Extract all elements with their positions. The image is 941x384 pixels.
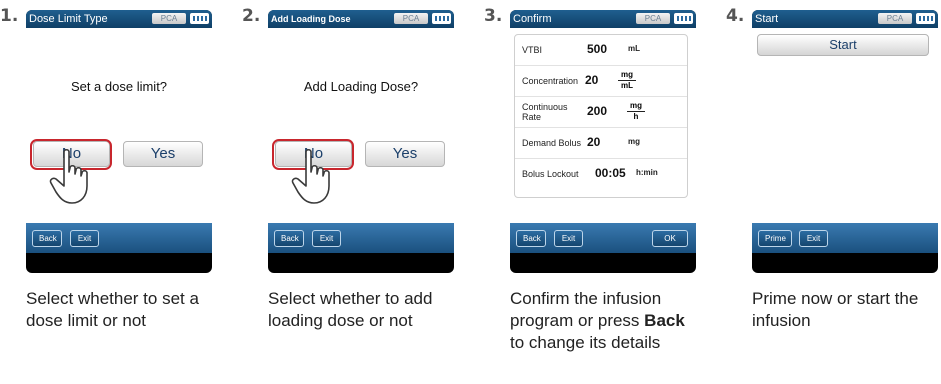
start-button[interactable]: Start xyxy=(757,34,929,56)
screen-content: Start xyxy=(752,28,938,223)
unit-denominator: h xyxy=(633,112,639,121)
table-row: Continuous Rate 200 mg h xyxy=(515,97,687,128)
device-screen: Confirm PCA VTBI 500 mL Concentration 20… xyxy=(510,10,696,273)
title-bar: Confirm PCA xyxy=(510,10,696,28)
row-label: Continuous Rate xyxy=(522,102,568,122)
row-label: VTBI xyxy=(522,45,543,55)
pointing-hand-icon xyxy=(291,148,330,204)
caption-bold-text: Back xyxy=(644,311,685,330)
table-row: VTBI 500 mL xyxy=(515,35,687,66)
caption-text-end: to change its details xyxy=(510,333,661,352)
back-button[interactable]: Back xyxy=(516,230,546,247)
screen-content: VTBI 500 mL Concentration 20 mg mL Conti… xyxy=(510,28,696,223)
bottom-bar: Back Exit xyxy=(26,223,212,253)
pointing-hand-icon xyxy=(49,148,88,204)
exit-button[interactable]: Exit xyxy=(799,230,828,247)
row-unit: mL xyxy=(628,44,640,53)
step-3-panel: 3. Confirm PCA VTBI 500 mL Concentration… xyxy=(484,0,699,384)
battery-icon xyxy=(190,13,209,24)
row-value: 20 xyxy=(585,73,599,87)
question-text: Add Loading Dose? xyxy=(303,79,419,94)
screen-content: Set a dose limit? No Yes xyxy=(26,28,212,223)
battery-icon xyxy=(916,13,935,24)
step-number: 1. xyxy=(0,6,19,26)
screen-title: Add Loading Dose xyxy=(271,14,351,24)
prime-button[interactable]: Prime xyxy=(758,230,792,247)
exit-button[interactable]: Exit xyxy=(312,230,341,247)
title-bar: Start PCA xyxy=(752,10,938,28)
pca-badge: PCA xyxy=(394,13,428,24)
screen-title: Confirm xyxy=(513,13,552,25)
ok-button[interactable]: OK xyxy=(652,230,688,247)
pca-badge: PCA xyxy=(878,13,912,24)
screen-content: Add Loading Dose? No Yes xyxy=(268,28,454,223)
unit-denominator: mL xyxy=(621,81,633,90)
pca-badge: PCA xyxy=(152,13,186,24)
step-caption: Prime now or start the infusion xyxy=(752,289,919,330)
exit-button[interactable]: Exit xyxy=(554,230,583,247)
unit-numerator: mg xyxy=(618,70,636,81)
yes-button[interactable]: Yes xyxy=(365,141,445,167)
row-label: Demand Bolus xyxy=(522,138,582,148)
bottom-bar: Back Exit OK xyxy=(510,223,696,253)
pca-badge: PCA xyxy=(636,13,670,24)
row-unit: h:min xyxy=(636,168,658,177)
back-button[interactable]: Back xyxy=(274,230,304,247)
row-label: Concentration xyxy=(522,76,579,86)
title-bar: Add Loading Dose PCA xyxy=(268,10,454,28)
bottom-bar: Prime Exit xyxy=(752,223,938,253)
screen-title: Start xyxy=(755,13,779,25)
table-row: Demand Bolus 20 mg xyxy=(515,128,687,159)
battery-icon xyxy=(432,13,451,24)
back-button[interactable]: Back xyxy=(32,230,62,247)
step-caption: Select whether to add loading dose or no… xyxy=(268,289,433,330)
row-unit: mg mL xyxy=(618,70,636,91)
title-bar: Dose Limit Type PCA xyxy=(26,10,212,28)
step-1-panel: 1. Dose Limit Type PCA Set a dose limit?… xyxy=(0,0,215,384)
screen-title: Dose Limit Type xyxy=(29,13,108,25)
row-value: 500 xyxy=(587,42,608,56)
row-value: 200 xyxy=(587,104,608,118)
bottom-bar: Back Exit xyxy=(268,223,454,253)
row-label: Bolus Lockout xyxy=(522,169,579,179)
device-screen: Dose Limit Type PCA Set a dose limit? No… xyxy=(26,10,212,273)
step-caption: Select whether to set a dose limit or no… xyxy=(26,289,199,330)
step-number: 2. xyxy=(242,6,261,26)
unit-numerator: mg xyxy=(627,101,645,112)
row-value: 00:05 xyxy=(595,166,626,180)
question-text: Set a dose limit? xyxy=(70,79,168,94)
device-screen: Add Loading Dose PCA Add Loading Dose? N… xyxy=(268,10,454,273)
battery-icon xyxy=(674,13,693,24)
caption-text: Confirm the infusion program or press xyxy=(510,289,662,330)
yes-button[interactable]: Yes xyxy=(123,141,203,167)
device-screen: Start PCA Start Prime Exit xyxy=(752,10,938,273)
step-number: 3. xyxy=(484,6,503,26)
exit-button[interactable]: Exit xyxy=(70,230,99,247)
step-2-panel: 2. Add Loading Dose PCA Add Loading Dose… xyxy=(242,0,457,384)
row-unit: mg h xyxy=(627,101,645,122)
confirm-table: VTBI 500 mL Concentration 20 mg mL Conti… xyxy=(514,34,688,198)
table-row: Concentration 20 mg mL xyxy=(515,66,687,97)
step-caption: Confirm the infusion program or press Ba… xyxy=(510,288,700,354)
row-unit: mg xyxy=(628,137,640,146)
step-4-panel: 4. Start PCA Start Prime Exit Prime now … xyxy=(726,0,941,384)
step-number: 4. xyxy=(726,6,745,26)
row-value: 20 xyxy=(587,135,601,149)
table-row: Bolus Lockout 00:05 h:min xyxy=(515,159,687,189)
